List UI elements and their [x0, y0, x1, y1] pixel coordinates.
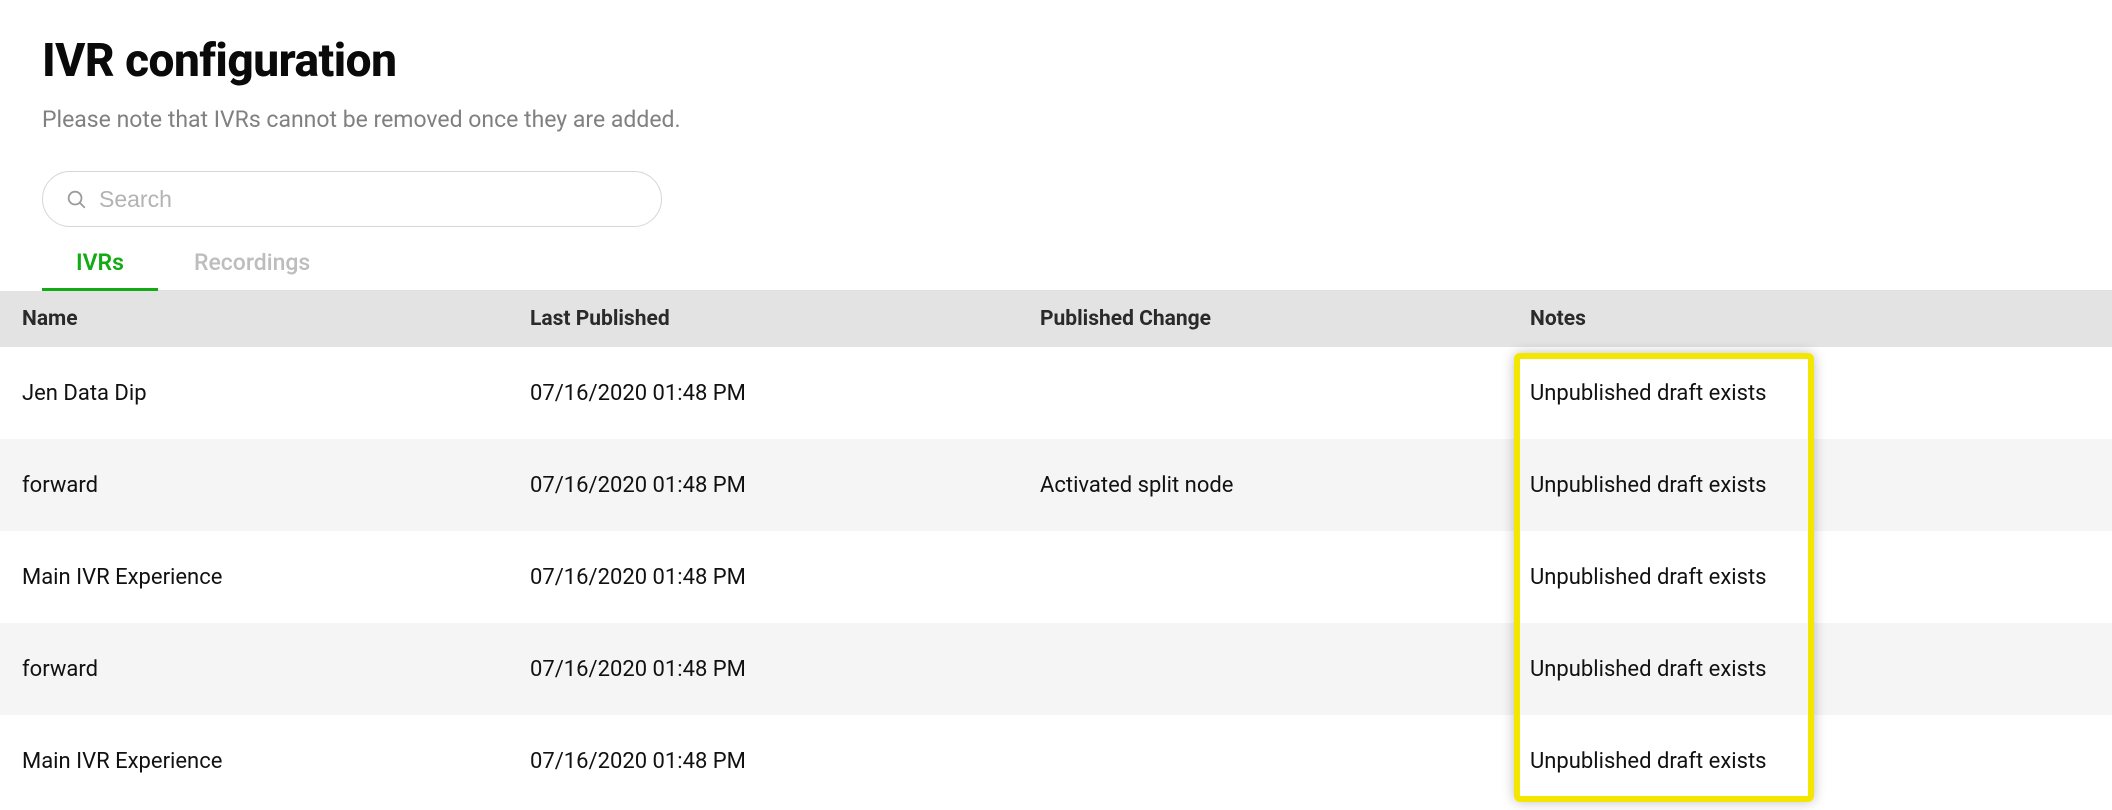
cell-notes: Unpublished draft exists	[1530, 473, 2112, 498]
cell-published-change: Activated split node	[1040, 473, 1530, 498]
table-row[interactable]: Jen Data Dip07/16/2020 01:48 PM Unpublish…	[0, 347, 2112, 439]
cell-last-published: 07/16/2020 01:48 PM	[530, 657, 1040, 682]
table-row[interactable]: forward07/16/2020 01:48 PM Unpublished dr…	[0, 623, 2112, 715]
tabs: IVRs Recordings	[42, 249, 2112, 291]
cell-last-published: 07/16/2020 01:48 PM	[530, 381, 1040, 406]
cell-last-published: 07/16/2020 01:48 PM	[530, 565, 1040, 590]
search-input-container[interactable]	[42, 171, 662, 227]
cell-name: forward	[0, 657, 530, 682]
cell-notes: Unpublished draft exists	[1530, 657, 2112, 682]
cell-name: Main IVR Experience	[0, 565, 530, 590]
page-subtitle: Please note that IVRs cannot be removed …	[42, 106, 2112, 133]
table-header-published-change: Published Change	[1040, 307, 1530, 331]
ivr-table: Name Last Published Published Change Not…	[0, 291, 2112, 807]
table-row[interactable]: forward07/16/2020 01:48 PMActivated spli…	[0, 439, 2112, 531]
cell-name: forward	[0, 473, 530, 498]
table-header-notes: Notes	[1530, 307, 2112, 331]
search-icon	[65, 188, 87, 210]
cell-notes: Unpublished draft exists	[1530, 381, 2112, 406]
cell-name: Main IVR Experience	[0, 749, 530, 774]
search-input[interactable]	[99, 186, 639, 213]
table-header-last-published: Last Published	[530, 307, 1040, 331]
cell-notes: Unpublished draft exists	[1530, 749, 2112, 774]
table-header-row: Name Last Published Published Change Not…	[0, 291, 2112, 347]
cell-notes: Unpublished draft exists	[1530, 565, 2112, 590]
cell-name: Jen Data Dip	[0, 381, 530, 406]
cell-last-published: 07/16/2020 01:48 PM	[530, 473, 1040, 498]
table-row[interactable]: Main IVR Experience07/16/2020 01:48 PM Un…	[0, 531, 2112, 623]
table-header-name: Name	[0, 307, 530, 331]
tab-ivrs[interactable]: IVRs	[76, 249, 124, 290]
page-title: IVR configuration	[42, 34, 2112, 88]
tab-recordings[interactable]: Recordings	[194, 249, 310, 290]
cell-last-published: 07/16/2020 01:48 PM	[530, 749, 1040, 774]
table-row[interactable]: Main IVR Experience07/16/2020 01:48 PM Un…	[0, 715, 2112, 807]
